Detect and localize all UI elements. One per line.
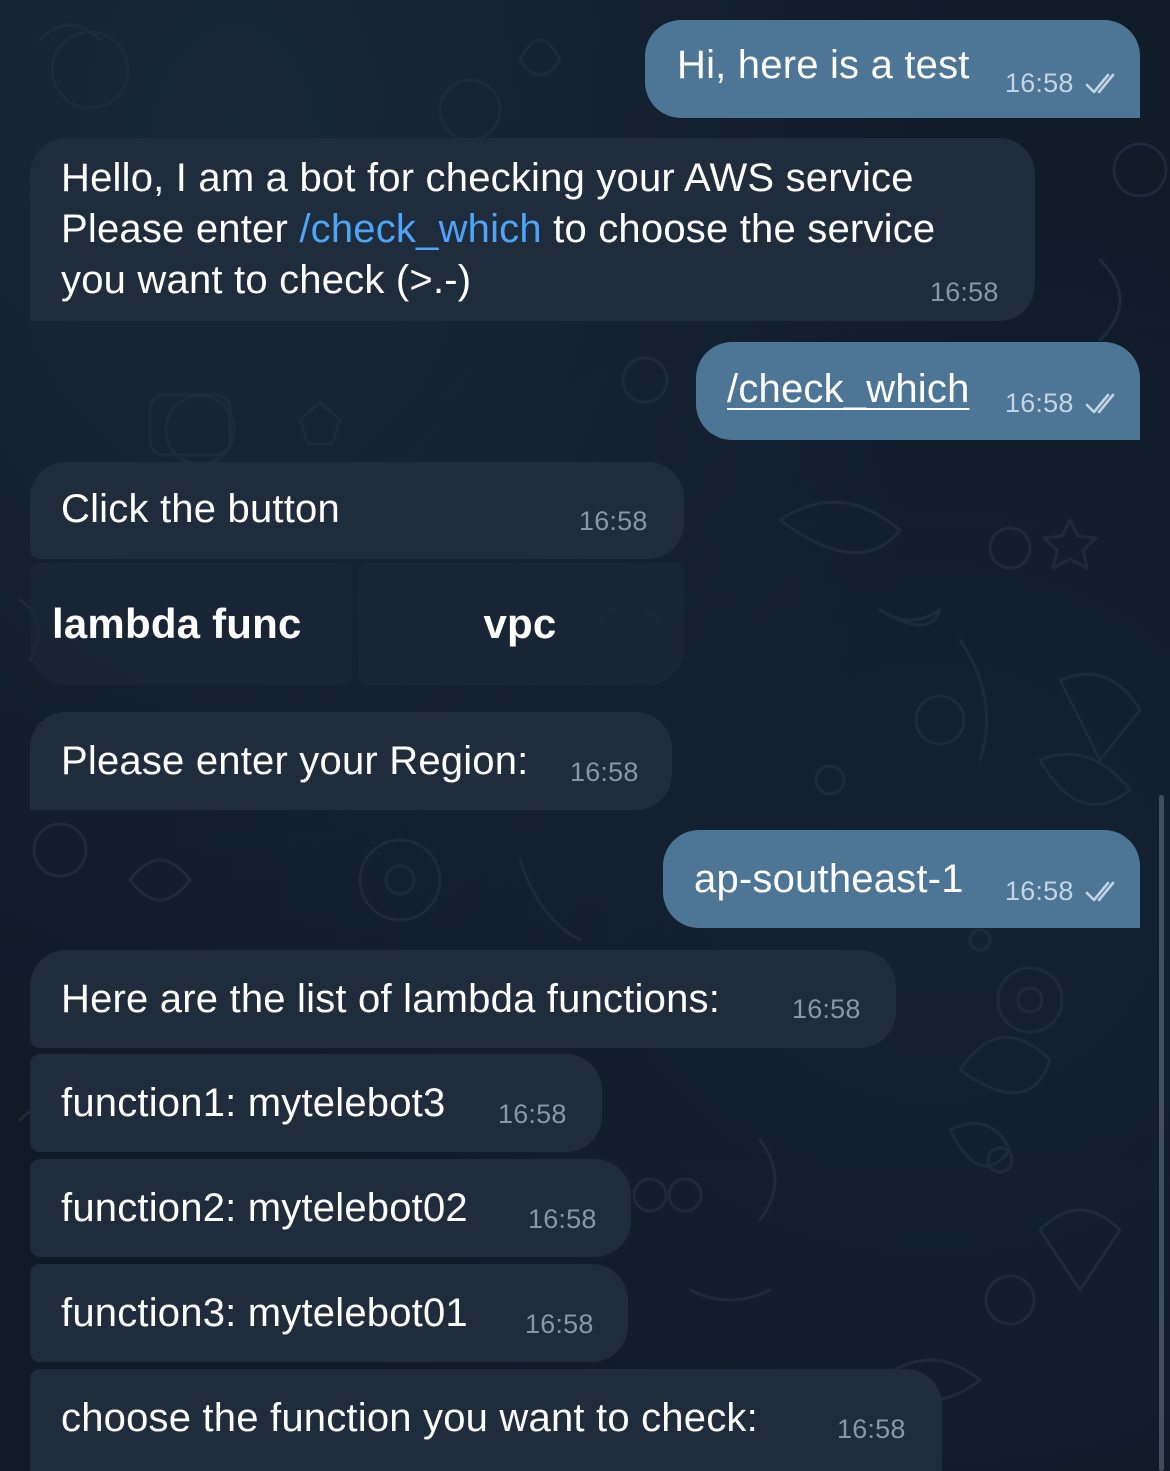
message-line: you want to check (>.-) <box>61 258 472 302</box>
message-text: Here are the list of lambda functions: <box>61 977 721 1021</box>
inline-button-lambda-func[interactable]: lambda func <box>30 563 352 685</box>
inline-button-vpc[interactable]: vpc <box>358 563 684 685</box>
chat-area[interactable]: Hi, here is a test 16:58 Hello, I am a b… <box>0 0 1170 1471</box>
message-text: function3: mytelebot01 <box>61 1291 468 1335</box>
incoming-message[interactable]: choose the function you want to check: 1… <box>30 1369 942 1471</box>
message-text-segment: Please enter <box>61 207 300 251</box>
inline-button-label: vpc <box>483 600 557 647</box>
incoming-message[interactable]: function2: mytelebot02 16:58 <box>30 1159 631 1257</box>
message-line: Please enter /check_which to choose the … <box>61 204 935 255</box>
message-text: function2: mytelebot02 <box>61 1186 468 1230</box>
message-text: choose the function you want to check: <box>61 1396 758 1440</box>
message-time: 16:58 <box>1005 876 1074 906</box>
incoming-message[interactable]: Please enter your Region: 16:58 <box>30 712 672 810</box>
message-time: 16:58 <box>930 277 999 307</box>
message-text: Hello, I am a bot for checking your AWS … <box>61 153 935 306</box>
message-time: 16:58 <box>837 1414 906 1444</box>
outgoing-message[interactable]: ap-southeast-1 16:58 <box>663 830 1140 928</box>
outgoing-message[interactable]: Hi, here is a test 16:58 <box>645 20 1140 118</box>
incoming-message[interactable]: function1: mytelebot3 16:58 <box>30 1054 602 1152</box>
message-text: Hi, here is a test <box>677 43 970 87</box>
command-link-check-which[interactable]: /check_which <box>727 364 970 415</box>
incoming-message[interactable]: Hello, I am a bot for checking your AWS … <box>30 138 1035 321</box>
message-time: 16:58 <box>525 1309 594 1339</box>
message-line: Hello, I am a bot for checking your AWS … <box>61 156 914 200</box>
message-time: 16:58 <box>792 994 861 1024</box>
message-time: 16:58 <box>579 506 648 536</box>
message-text: function1: mytelebot3 <box>61 1081 446 1125</box>
message-time: 16:58 <box>1005 388 1074 418</box>
message-text-segment: to choose the service <box>541 207 936 251</box>
message-time: 16:58 <box>498 1099 567 1129</box>
message-time: 16:58 <box>528 1204 597 1234</box>
double-check-icon <box>1085 393 1115 414</box>
chat-scrollbar[interactable] <box>1159 795 1164 1471</box>
message-text: ap-southeast-1 <box>694 857 964 901</box>
incoming-message[interactable]: Click the button 16:58 <box>30 462 684 559</box>
double-check-icon <box>1085 73 1115 94</box>
incoming-message[interactable]: Here are the list of lambda functions: 1… <box>30 950 896 1048</box>
message-time: 16:58 <box>570 757 639 787</box>
message-text: Click the button <box>61 487 340 531</box>
message-time: 16:58 <box>1005 68 1074 98</box>
command-link-check-which[interactable]: /check_which <box>299 207 542 251</box>
inline-button-label: lambda func <box>52 600 302 647</box>
double-check-icon <box>1085 881 1115 902</box>
outgoing-message[interactable]: /check_which 16:58 <box>696 342 1140 440</box>
incoming-message[interactable]: function3: mytelebot01 16:58 <box>30 1264 628 1362</box>
message-text: Please enter your Region: <box>61 739 529 783</box>
